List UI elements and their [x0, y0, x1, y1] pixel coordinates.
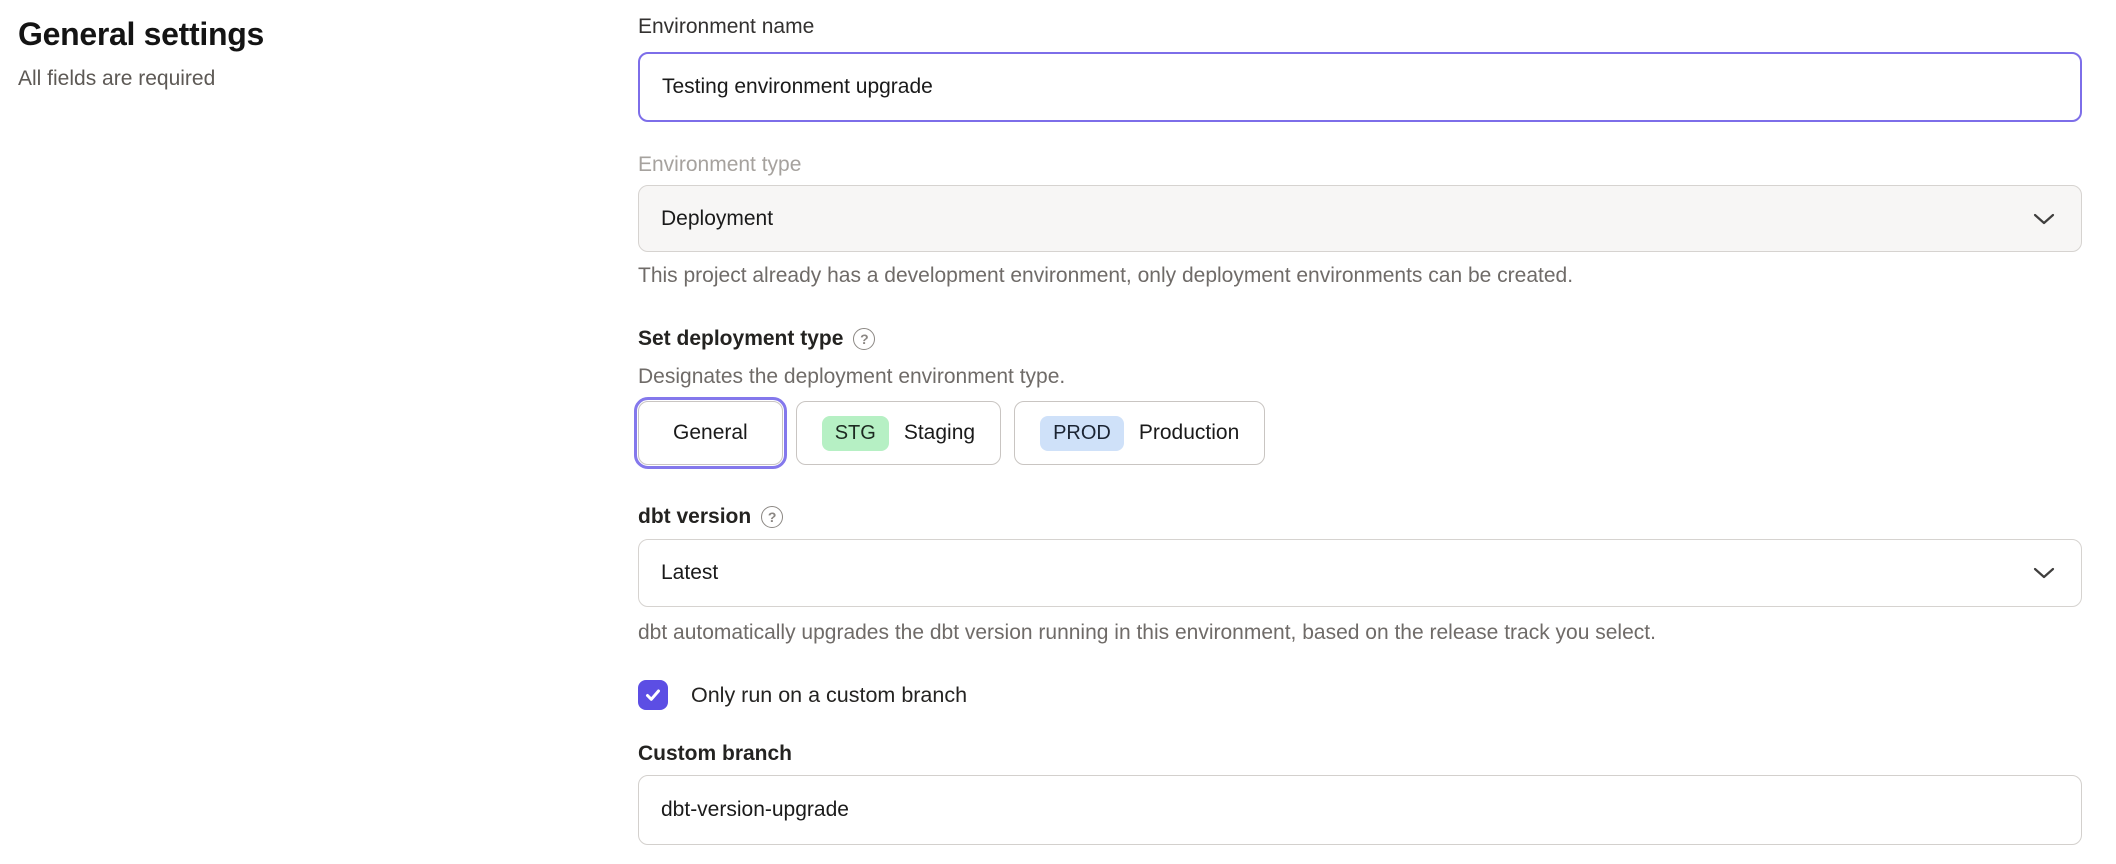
- deployment-type-production-label: Production: [1139, 421, 1239, 445]
- deployment-type-staging-button[interactable]: STG Staging: [796, 401, 1001, 465]
- dbt-version-select[interactable]: Latest: [638, 539, 2082, 607]
- environment-type-select: Deployment: [638, 185, 2082, 252]
- deployment-type-production-button[interactable]: PROD Production: [1014, 401, 1265, 465]
- deployment-type-staging-label: Staging: [904, 421, 975, 445]
- page-subtitle: All fields are required: [18, 67, 578, 91]
- environment-name-label: Environment name: [638, 14, 2082, 40]
- custom-branch-checkbox-row: Only run on a custom branch: [638, 680, 2082, 710]
- deployment-type-label: Set deployment type: [638, 326, 843, 352]
- environment-name-input[interactable]: [638, 52, 2082, 122]
- environment-type-label: Environment type: [638, 152, 2082, 178]
- custom-branch-checkbox-label: Only run on a custom branch: [691, 683, 967, 708]
- dbt-version-helper: dbt automatically upgrades the dbt versi…: [638, 620, 2082, 646]
- help-icon[interactable]: ?: [761, 506, 783, 528]
- deployment-type-options: General STG Staging PROD Production: [638, 401, 2082, 465]
- settings-form: Environment name Environment type Deploy…: [638, 0, 2082, 845]
- dbt-version-label-row: dbt version ?: [638, 504, 2082, 530]
- custom-branch-input[interactable]: [638, 775, 2082, 845]
- staging-badge: STG: [822, 416, 889, 451]
- deployment-type-general-label: General: [673, 421, 748, 445]
- environment-type-value: Deployment: [661, 207, 773, 231]
- custom-branch-checkbox[interactable]: [638, 680, 668, 710]
- deployment-type-label-row: Set deployment type ?: [638, 326, 2082, 352]
- deployment-type-general-button[interactable]: General: [638, 401, 783, 465]
- deployment-type-description: Designates the deployment environment ty…: [638, 364, 2082, 390]
- dbt-version-label: dbt version: [638, 504, 751, 530]
- environment-type-helper: This project already has a development e…: [638, 263, 2082, 289]
- dbt-version-value: Latest: [661, 561, 718, 585]
- settings-header: General settings All fields are required: [18, 16, 578, 91]
- custom-branch-label: Custom branch: [638, 741, 2082, 767]
- chevron-down-icon: [2033, 566, 2055, 580]
- checkmark-icon: [643, 685, 663, 705]
- page-title: General settings: [18, 16, 578, 53]
- environment-settings-page: General settings All fields are required…: [0, 0, 2116, 864]
- help-icon[interactable]: ?: [853, 328, 875, 350]
- chevron-down-icon: [2033, 212, 2055, 226]
- production-badge: PROD: [1040, 416, 1124, 451]
